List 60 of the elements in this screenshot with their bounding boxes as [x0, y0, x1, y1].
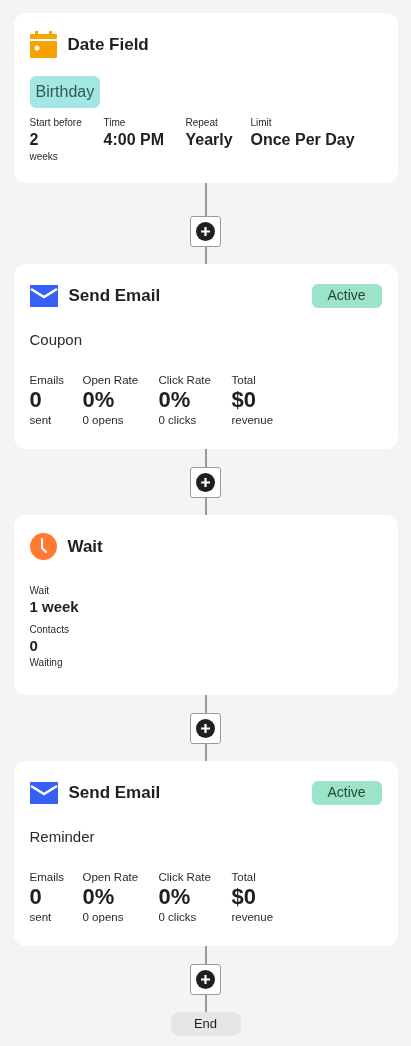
plus-icon: [196, 719, 215, 738]
envelope-icon: [29, 781, 58, 804]
plus-icon: [196, 473, 215, 492]
add-step-button[interactable]: [190, 216, 221, 247]
card-title: Date Field: [67, 33, 149, 56]
stat-caption: sent: [29, 909, 53, 924]
stat-value: 0%: [158, 883, 192, 910]
stat-label: Emails: [29, 869, 65, 884]
stat-caption: revenue: [231, 909, 275, 924]
plus-icon: [196, 222, 215, 241]
status-badge: Active: [311, 780, 382, 805]
stat-caption: 0 clicks: [158, 909, 198, 924]
end-node: End: [170, 1012, 241, 1036]
stat-label: Time: [103, 116, 127, 130]
stat-label: Total: [231, 869, 257, 884]
stat-value: 0%: [82, 386, 116, 413]
card-title: Send Email: [68, 284, 161, 307]
stat-caption: 0 opens: [82, 909, 125, 924]
stat-value: 0: [29, 636, 39, 656]
stat-label: Limit: [250, 116, 273, 130]
add-step-button[interactable]: [190, 713, 221, 744]
stat-label: Wait: [29, 584, 51, 597]
stat-label: Repeat: [185, 116, 219, 130]
add-step-button[interactable]: [190, 467, 221, 498]
tag: Birthday: [29, 76, 101, 108]
stat-value: 0: [29, 386, 43, 413]
stat-label: Click Rate: [158, 869, 212, 884]
stat-label: Open Rate: [82, 869, 140, 884]
card-title: Wait: [67, 535, 103, 558]
card-title: Send Email: [68, 781, 161, 804]
stat-value: $0: [231, 386, 257, 413]
add-step-button[interactable]: [190, 964, 221, 995]
stat-value: 0%: [158, 386, 192, 413]
stat-value: 4:00 PM: [103, 130, 165, 150]
stat-caption: sent: [29, 412, 53, 427]
stat-value: $0: [231, 883, 257, 910]
stat-caption: 0 opens: [82, 412, 125, 427]
calendar-icon: [29, 31, 57, 58]
stat-label: Start before: [29, 116, 83, 130]
stat-value: 0%: [82, 883, 116, 910]
stat-value: 2: [29, 130, 40, 150]
stat-value: Yearly: [185, 130, 234, 150]
stat-caption: Waiting: [29, 656, 64, 669]
stat-caption: 0 clicks: [158, 412, 198, 427]
stat-caption: revenue: [231, 412, 275, 427]
email-subject: Reminder: [29, 827, 96, 847]
plus-icon: [196, 970, 215, 989]
stat-value: 1 week: [29, 597, 80, 617]
stat-value: 0: [29, 883, 43, 910]
stat-value: Once Per Day: [250, 130, 355, 150]
stat-label: Contacts: [29, 623, 70, 636]
stat-label: Open Rate: [82, 372, 140, 387]
status-badge: Active: [311, 283, 382, 308]
stat-caption: weeks: [29, 150, 59, 164]
stat-label: Total: [231, 372, 257, 387]
stat-label: Emails: [29, 372, 65, 387]
stat-label: Click Rate: [158, 372, 212, 387]
clock-icon: [29, 533, 57, 560]
email-subject: Coupon: [29, 330, 84, 350]
envelope-icon: [29, 284, 58, 307]
